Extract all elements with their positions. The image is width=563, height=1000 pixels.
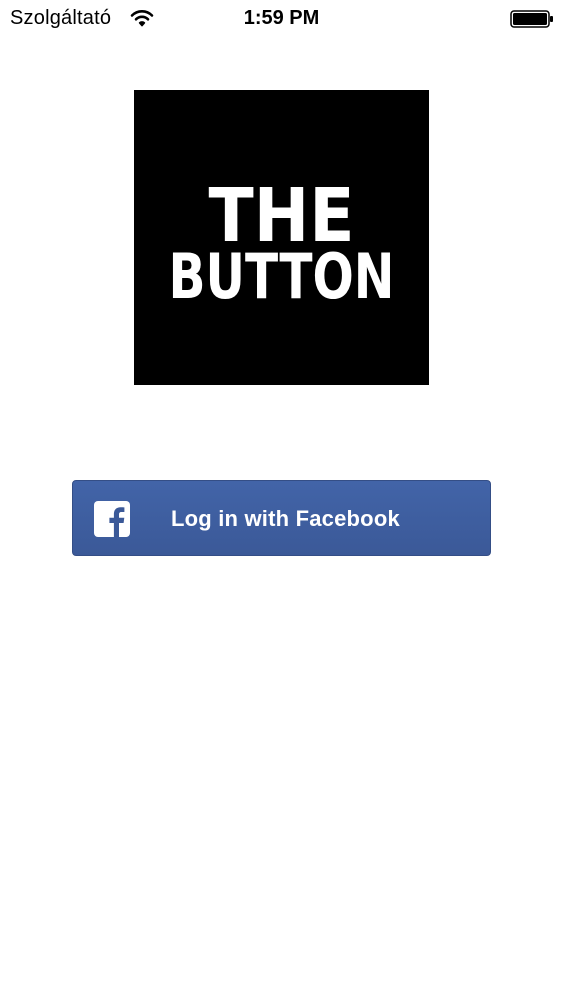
battery-icon [510, 10, 554, 28]
facebook-login-button[interactable]: Log in with Facebook [72, 480, 491, 556]
login-screen: Szolgáltató 1:59 PM THE BUTTON Log in wi… [0, 0, 563, 1000]
facebook-icon [94, 501, 130, 537]
facebook-login-label: Log in with Facebook [171, 506, 400, 531]
status-time: 1:59 PM [243, 7, 320, 29]
logo-line-button: BUTTON [169, 240, 395, 313]
status-bar: Szolgáltató 1:59 PM [0, 0, 563, 38]
the-button-logo: THE BUTTON [134, 90, 429, 385]
